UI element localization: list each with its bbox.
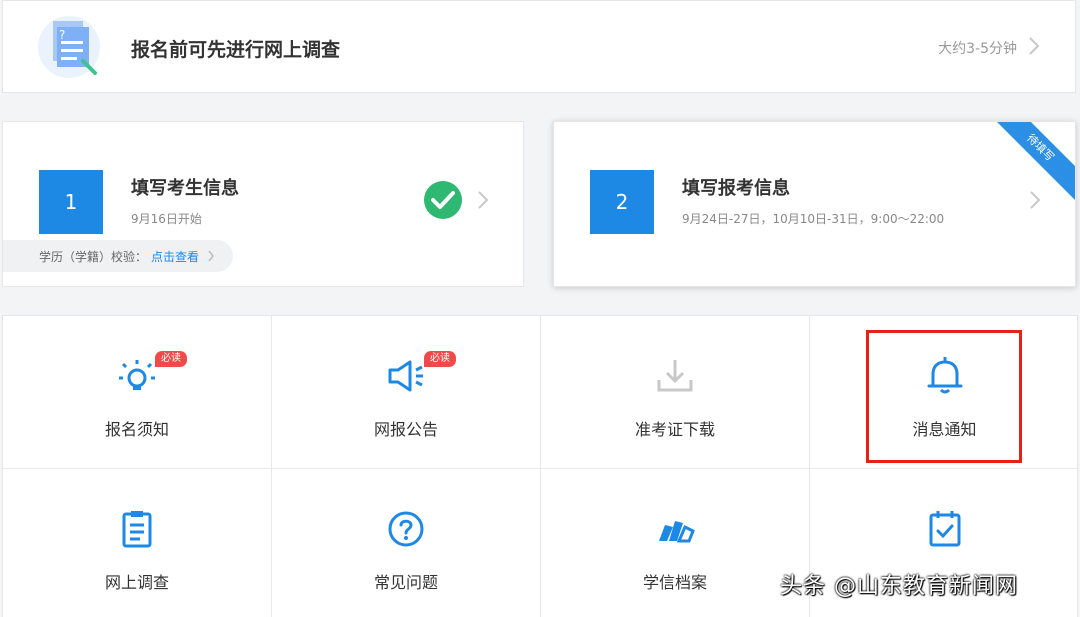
menu-item-faq[interactable]: 常见问题: [272, 469, 541, 617]
menu-item-notifications[interactable]: 消息通知: [810, 316, 1079, 469]
menu-item-label: 消息通知: [912, 420, 977, 439]
menu-item-label: 准考证下载: [634, 420, 715, 439]
checklist-icon: [929, 511, 960, 547]
verify-label: 学历（学籍）校验：: [39, 249, 148, 264]
question-circle-icon: [388, 511, 424, 547]
menu-item-label: 学信档案: [642, 573, 707, 592]
chevron-right-icon: [208, 250, 214, 262]
step-card-application-info[interactable]: 2 填写报考信息 9月24日-27日，10月10日-31日，9:00～22:00…: [553, 121, 1076, 287]
check-circle-icon: [424, 181, 462, 219]
step-card-candidate-info[interactable]: 1 填写考生信息 9月16日开始 学历（学籍）校验： 点击查看: [2, 121, 524, 287]
verify-bar: 学历（学籍）校验： 点击查看: [3, 240, 233, 272]
must-read-badge: 必读: [424, 351, 456, 367]
megaphone-icon: [388, 360, 423, 392]
bell-icon: [927, 357, 962, 394]
svg-text:?: ?: [59, 28, 65, 42]
menu-item-label: 常见问题: [373, 573, 438, 592]
survey-title: 报名前可先进行网上调查: [131, 39, 341, 61]
step-number: 1: [39, 170, 103, 234]
step-title: 填写报考信息: [682, 178, 790, 199]
menu-item-label: 网报公告: [373, 420, 438, 439]
chevron-right-icon[interactable]: [477, 190, 489, 210]
menu-item-registration-notice[interactable]: 必读 报名须知: [3, 316, 272, 469]
menu-item-online-survey[interactable]: 网上调查: [3, 469, 272, 617]
archive-icon: [659, 521, 695, 543]
status-ribbon: 待填写: [978, 122, 1075, 210]
download-icon: [657, 360, 693, 392]
step-title: 填写考生信息: [131, 178, 239, 199]
lightbulb-icon: [119, 360, 155, 390]
menu-item-label: 报名须知: [104, 420, 169, 439]
survey-card[interactable]: ? 报名前可先进行网上调查 大约3-5分钟: [2, 0, 1076, 93]
menu-item-label: 网上调查: [104, 573, 169, 592]
survey-illustration-icon: ?: [38, 16, 100, 78]
step-subtitle: 9月24日-27日，10月10日-31日，9:00～22:00: [682, 212, 945, 226]
clipboard-icon: [122, 511, 152, 548]
watermark: 头条 @山东教育新闻网: [780, 574, 1018, 599]
survey-duration: 大约3-5分钟: [938, 41, 1017, 57]
menu-item-announcement[interactable]: 必读 网报公告: [272, 316, 541, 469]
menu-item-admission-ticket[interactable]: 准考证下载: [541, 316, 810, 469]
menu-item-xuexin-archive[interactable]: 学信档案: [541, 469, 810, 617]
chevron-right-icon[interactable]: [1027, 35, 1041, 57]
must-read-badge: 必读: [155, 351, 187, 367]
verify-link[interactable]: 点击查看: [151, 248, 199, 265]
step-subtitle: 9月16日开始: [131, 212, 202, 226]
chevron-right-icon[interactable]: [1029, 190, 1041, 210]
step-number: 2: [590, 170, 654, 234]
